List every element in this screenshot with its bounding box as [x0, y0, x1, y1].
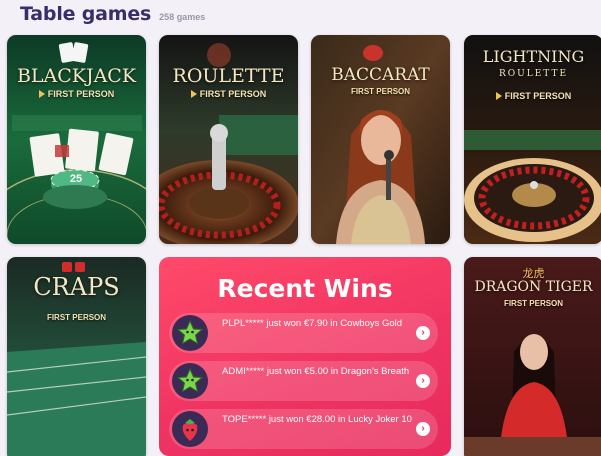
play-triangle-icon [38, 90, 45, 98]
table-games-page: Table games 258 games BLACKJACK FIRST PE… [0, 0, 601, 456]
game-card-craps[interactable]: CRAPS FIRST PERSON [7, 257, 146, 456]
win-text: PLPL***** just won €7.90 in Cowboys Gold [222, 318, 403, 329]
chevron-right-icon[interactable]: › [416, 422, 430, 436]
win-text: ADMI***** just won €5.00 in Dragon's Bre… [222, 366, 410, 377]
craps-logo: CRAPS [33, 273, 120, 301]
blackjack-logo: BLACKJACK [16, 65, 137, 87]
lightning-logo: LIGHTNING [482, 47, 585, 66]
baccarat-subtitle: FIRST PERSON [350, 87, 411, 96]
win-text: TOPE***** just won €28.00 in Lucky Joker… [222, 414, 412, 425]
recent-win-item[interactable]: ADMI***** just won €5.00 in Dragon's Bre… [169, 361, 438, 401]
lightning-subtitle: FIRST PERSON [464, 91, 601, 101]
game-card-baccarat[interactable]: BACCARAT FIRST PERSON [311, 35, 450, 244]
craps-subtitle: FIRST PERSON [46, 313, 107, 322]
section-header: Table games 258 games [20, 3, 205, 25]
dragon-tiger-logo: DRAGON TIGER [474, 279, 593, 295]
recent-wins-panel: Recent Wins PLPL***** just won €7.90 in … [159, 257, 451, 456]
game-card-lightning-roulette[interactable]: LIGHTNING ROULETTE FIRST PERSON [464, 35, 601, 244]
game-card-blackjack[interactable]: BLACKJACK FIRST PERSON 25 [7, 35, 146, 244]
recent-win-item[interactable]: PLPL***** just won €7.90 in Cowboys Gold… [169, 313, 438, 353]
blackjack-subtitle: FIRST PERSON [7, 89, 146, 99]
chevron-right-icon[interactable]: › [416, 326, 430, 340]
game-card-roulette[interactable]: ROULETTE FIRST PERSON [159, 35, 298, 244]
lightning-logo-secondary: ROULETTE [498, 69, 569, 79]
green-star-icon [172, 315, 208, 351]
strawberry-icon [172, 411, 208, 447]
recent-wins-title: Recent Wins [217, 274, 393, 303]
chevron-right-icon[interactable]: › [416, 374, 430, 388]
baccarat-logo: BACCARAT [331, 65, 430, 85]
recent-win-item[interactable]: TOPE***** just won €28.00 in Lucky Joker… [169, 409, 438, 449]
chip-value: 25 [69, 173, 83, 185]
play-triangle-icon [495, 92, 502, 100]
roulette-subtitle: FIRST PERSON [159, 89, 298, 99]
games-count: 258 games [159, 12, 206, 22]
roulette-logo: ROULETTE [172, 65, 285, 87]
dragon-tiger-subtitle: FIRST PERSON [503, 299, 564, 308]
green-star-icon [172, 363, 208, 399]
section-title: Table games [20, 3, 152, 25]
lightning-roulette-image [464, 35, 601, 244]
game-card-dragon-tiger[interactable]: 龙虎 DRAGON TIGER FIRST PERSON [464, 257, 601, 456]
play-triangle-icon [190, 90, 197, 98]
